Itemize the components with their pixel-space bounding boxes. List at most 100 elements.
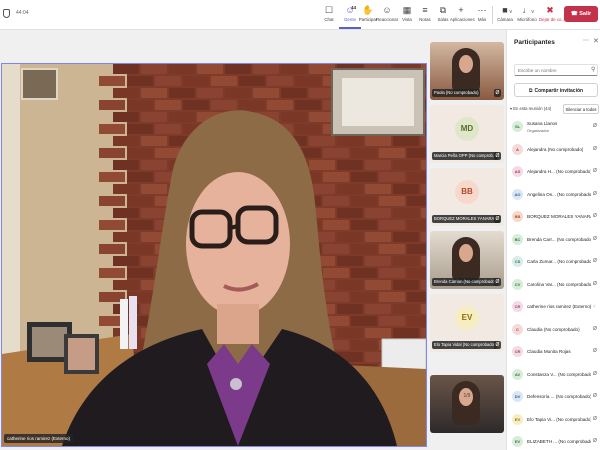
main-speaker-video[interactable]: catherine rios ramirez (Externo) (1, 63, 427, 447)
participant-list-item[interactable]: BB BORQUEZ MORALES YANARA... Ø (507, 206, 600, 228)
participant-avatar: AV (512, 368, 523, 380)
brick (365, 232, 391, 242)
participant-list-item[interactable]: A Alejandra (No comprobado) Ø (507, 139, 600, 161)
mic-muted-icon: Ø (494, 341, 501, 349)
brick (99, 172, 125, 182)
participant-list-item[interactable]: BC Brenda Carr... (No comprobado) Ø (507, 229, 600, 251)
participant-avatar: BC (512, 233, 523, 245)
brick (141, 208, 167, 218)
brick (211, 76, 237, 86)
participant-name: catherine rios ramirez (Externo) (527, 304, 591, 309)
brick (407, 196, 426, 206)
chevron-down-icon[interactable]: ˅ (509, 10, 513, 16)
participant-list-item[interactable]: C Claudia (No comprobado) Ø (507, 319, 600, 341)
participant-list-item[interactable]: AV Constanza V... (No comprobado) Ø (507, 364, 600, 386)
brick (351, 220, 377, 230)
pendant (230, 378, 242, 390)
brick (309, 160, 335, 170)
brick (295, 124, 321, 134)
mute-all-button[interactable]: Silenciar a todos (563, 104, 599, 114)
brick (407, 292, 426, 302)
brick (393, 280, 419, 290)
participant-list-item[interactable]: CS Carla Zumar... (No comprobado) Ø (507, 251, 600, 273)
chat-button[interactable]: ☐ Chat (318, 3, 340, 29)
participant-tile[interactable]: BB BORQUEZ MORALES YANARA R... Ø (430, 168, 504, 226)
brick (99, 148, 125, 158)
pager-next-button[interactable]: › (476, 393, 478, 399)
brick (365, 208, 391, 218)
camera-button-label: Cámara (497, 17, 513, 22)
participant-tile[interactable] (430, 375, 504, 433)
camera-button[interactable]: ■ Cámara (494, 3, 516, 29)
participant-name: Brenda Carr... (No comprobado) (527, 236, 591, 242)
participant-tile[interactable]: Brenda Carrion (No comprobado) Ø (430, 231, 504, 289)
brick (351, 172, 377, 182)
participant-avatar: CV (512, 278, 523, 290)
participant-tile[interactable]: Paola (No comprobado) Ø (430, 42, 504, 100)
mic-muted-icon: Ø (593, 235, 597, 242)
participant-list-item[interactable]: CR Claudia Munita Rojas Ø (507, 341, 600, 363)
brick (337, 304, 363, 314)
chevron-down-icon[interactable]: ˅ (531, 10, 535, 16)
brick (337, 184, 363, 194)
brick (141, 136, 167, 146)
brick (337, 328, 363, 338)
participant-tile[interactable]: MD Marcia Peña OPP (No comprob... Ø (430, 105, 504, 163)
binder-2 (129, 296, 137, 349)
brick (99, 76, 125, 86)
more-options-icon[interactable]: ⋯ (583, 37, 589, 44)
leave-button[interactable]: ☎ Salir (564, 6, 598, 22)
participant-list-item[interactable]: CV Carolina Var... (No comprobado) Ø (507, 274, 600, 296)
brick (379, 244, 405, 254)
mic-muted-icon: Ø (593, 348, 597, 354)
participant-tile-name: BORQUEZ MORALES YANARA R... (432, 215, 500, 223)
participant-search-input[interactable] (514, 64, 598, 76)
close-icon[interactable]: ✕ (593, 37, 599, 45)
mic-muted-icon: Ø (593, 393, 597, 399)
pager-prev-button[interactable]: ‹ (456, 393, 458, 399)
in-meeting-section-header[interactable]: ▾ En esta reunión (44) (510, 106, 551, 111)
brick (281, 88, 307, 98)
brick (225, 88, 251, 98)
brick (239, 76, 265, 86)
share-button[interactable]: ✖ Dejar de co... (539, 3, 565, 29)
participant-list-item[interactable]: AS Alejandra H... (No comprobado) Ø (507, 161, 600, 183)
participant-name: Carla Zumar... (No comprobado) (527, 259, 591, 264)
wall-picture (21, 68, 58, 100)
brick (113, 232, 139, 242)
participant-avatar: CR (512, 301, 523, 312)
mic-button[interactable]: ♩ Micrófono (516, 3, 538, 29)
participant-name: Susana Llanos (527, 121, 558, 126)
participant-avatar: EV (512, 413, 523, 425)
phone-hangup-icon: ☎ (570, 11, 578, 17)
share-invite-button[interactable]: ⧉ Compartir invitación (514, 83, 598, 97)
participant-name: Elo Tapia Vi... (No comprobado) (527, 416, 591, 422)
brick (337, 256, 363, 266)
brick (183, 100, 209, 110)
participant-avatar: EV (455, 306, 479, 330)
brick (141, 184, 167, 194)
participant-list-item[interactable]: SL Susana Llanos Organizador Ø (507, 116, 600, 138)
brick (421, 184, 426, 194)
mic-icon: ♩ (593, 303, 598, 309)
participant-tile[interactable]: EV Elo Tapia Vidal (No comprobado) Ø (430, 294, 504, 352)
participant-avatar: BB (512, 211, 523, 222)
react-button[interactable]: ☺ Reaccionar (376, 3, 398, 29)
speaker-video-frame (2, 64, 426, 446)
more-button[interactable]: ⋯ Más (471, 3, 493, 29)
participant-list-item[interactable]: AO Angelina Os... (No comprobado) Ø (507, 184, 600, 206)
toolbar-divider (492, 6, 493, 24)
participant-list-item[interactable]: CR catherine rios ramirez (Externo) ♩ (507, 296, 600, 318)
apps-button-label: Aplicaciones (450, 17, 475, 22)
brick (127, 196, 153, 206)
participant-list-item[interactable]: DV Defensoría ... (No comprobado) Ø (507, 386, 600, 408)
mic-muted-icon: Ø (494, 278, 501, 286)
apps-button[interactable]: + Aplicaciones (450, 3, 475, 29)
participant-list-item[interactable]: EV Elo Tapia Vi... (No comprobado) Ø (507, 409, 600, 431)
brick (393, 304, 419, 314)
participant-list-item[interactable]: EV ELIZABETH ... (No comprobado) Ø (507, 431, 600, 450)
mic-muted-icon: Ø (593, 370, 597, 377)
brick (393, 136, 419, 146)
brick (365, 184, 391, 194)
brick (407, 316, 426, 326)
